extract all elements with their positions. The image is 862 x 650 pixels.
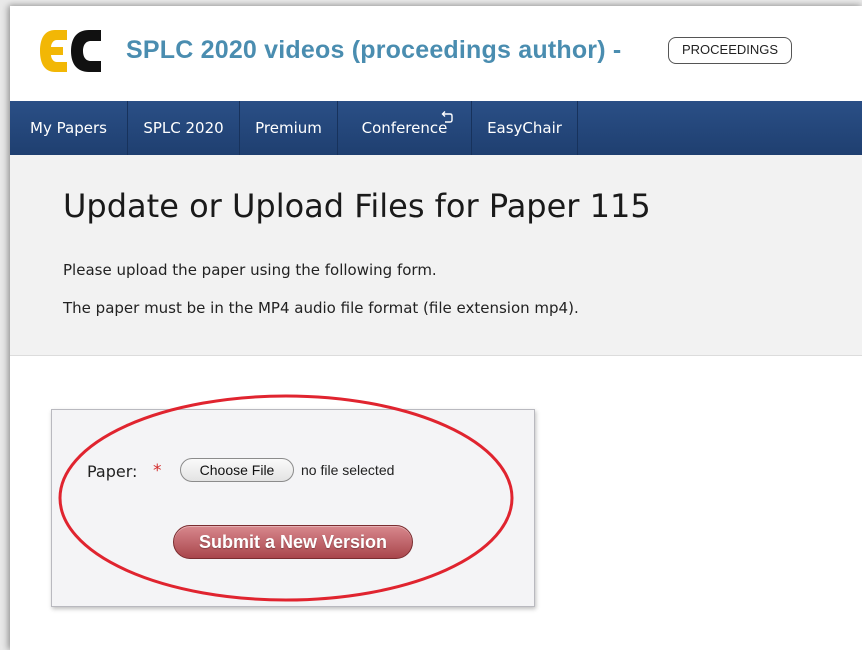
- format-requirement: The paper must be in the MP4 audio file …: [63, 299, 579, 317]
- app-title: SPLC 2020 videos (proceedings author) -: [126, 36, 622, 64]
- nav-item-label: SPLC 2020: [143, 119, 224, 137]
- nav-item-label: Conference: [361, 119, 448, 137]
- main-nav: My Papers SPLC 2020 Premium Conference E…: [10, 101, 862, 155]
- nav-item-my-papers[interactable]: My Papers: [10, 101, 128, 155]
- page-banner: Update or Upload Files for Paper 115 Ple…: [10, 155, 862, 356]
- nav-item-premium[interactable]: Premium: [240, 101, 338, 155]
- page-title: Update or Upload Files for Paper 115: [63, 187, 651, 225]
- page-header: SPLC 2020 videos (proceedings author) - …: [10, 6, 862, 101]
- submit-new-version-button[interactable]: Submit a New Version: [173, 525, 413, 559]
- browser-frame: SPLC 2020 videos (proceedings author) - …: [10, 6, 862, 650]
- choose-file-button[interactable]: Choose File: [180, 458, 294, 482]
- nav-item-label: My Papers: [30, 119, 107, 137]
- upload-instructions: Please upload the paper using the follow…: [63, 261, 437, 279]
- easychair-logo: [40, 30, 101, 72]
- proceedings-badge[interactable]: PROCEEDINGS: [668, 37, 793, 64]
- return-arrow-icon: [441, 111, 453, 123]
- paper-field-label: Paper:: [87, 462, 138, 481]
- upload-form: Paper: * Choose File no file selected Su…: [51, 409, 535, 607]
- nav-item-conference[interactable]: Conference: [338, 101, 472, 155]
- file-status: no file selected: [301, 462, 395, 478]
- nav-item-label: EasyChair: [487, 119, 562, 137]
- nav-item-easychair[interactable]: EasyChair: [472, 101, 578, 155]
- nav-item-splc-2020[interactable]: SPLC 2020: [128, 101, 240, 155]
- nav-item-label: Premium: [255, 119, 322, 137]
- required-marker: *: [153, 461, 162, 481]
